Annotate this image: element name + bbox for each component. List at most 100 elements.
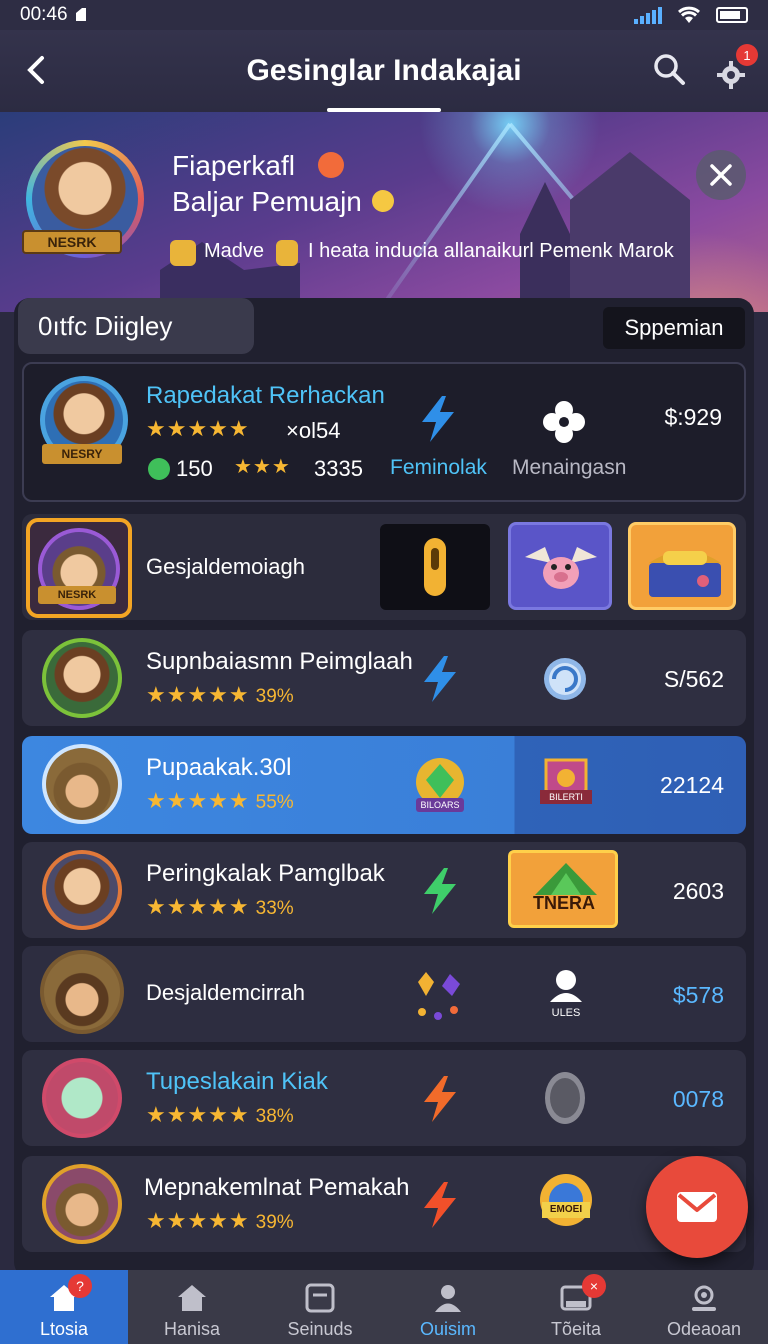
leaderboard-row[interactable]: Desjaldemcirrah ULES $578 [22, 946, 746, 1042]
key-icon [424, 538, 446, 596]
filter-button[interactable]: Sppemian [603, 307, 745, 349]
nav-label: Tõeita [550, 1319, 602, 1339]
leaderboard-row[interactable]: Supnbaiasmn Peimglaah ★★★★★ 39% S/562 [22, 630, 746, 726]
nav-item-odeaoan[interactable]: Odeaoan [640, 1270, 768, 1344]
sun-badge-label: EMOEI [542, 1202, 590, 1218]
leaderboard-row[interactable]: Mepnakemlnat Pemakah ★★★★★ 39% EMOEI [22, 1156, 746, 1252]
player-avatar [42, 638, 122, 718]
row-percent: 38% [255, 1106, 294, 1127]
section-tab[interactable]: 0ıtfc Diigley [18, 298, 254, 354]
lightning-icon [424, 656, 456, 702]
leaderboard-row-selected[interactable]: Pupaakak.30l ★★★★★ 55% BILOARS BILERTI 22… [22, 736, 746, 834]
emerald-badge: BILOARS [412, 756, 468, 814]
avatar-banner: NESRK [38, 586, 116, 604]
rating-stars: ★★★★★ 39% [146, 682, 294, 707]
row-value: S/562 [663, 666, 724, 692]
coin-medal-icon [545, 1072, 585, 1124]
row-name: Peringkalak Pamglbak [146, 860, 385, 887]
row-name: Desjaldemcirrah [146, 980, 305, 1005]
treasure-chest-item-slot[interactable] [628, 522, 736, 610]
castle-building [570, 152, 690, 312]
page-title: Gesinglar Indakajai [246, 54, 522, 87]
lightning-icon [424, 1182, 456, 1228]
nav-label: Hanisa [163, 1319, 221, 1339]
gems-icon [418, 972, 460, 1020]
nav-item-home[interactable]: ? Ltosia [0, 1270, 128, 1344]
nav-label: Odeaoan [666, 1319, 742, 1339]
gift-avatar-frame: NESRK [26, 518, 132, 618]
gem-icon [148, 458, 170, 480]
row-name: Mepnakemlnat Pemakah [144, 1174, 410, 1201]
row-name: Pupaakak.30l [146, 754, 292, 781]
wifi-icon [678, 6, 700, 23]
nav-item-ouisim[interactable]: Ouisim [384, 1270, 512, 1344]
rating-stars: ★★★★★ [146, 416, 250, 441]
rating-stars: ★★★★★ 39% [146, 1208, 294, 1233]
row-name: Tupeslakain Kiak [146, 1068, 328, 1095]
player-avatar [42, 1164, 122, 1244]
house-icon [178, 1285, 206, 1311]
search-button[interactable] [652, 52, 686, 86]
gift-row-label: Gesjaldemoiagh [146, 554, 305, 579]
featured-link[interactable]: Feminolak [390, 456, 487, 480]
hero-status: Madve [204, 240, 265, 262]
hero-subtitle: Baljar Pemuajn [172, 186, 362, 217]
mail-icon [677, 1192, 717, 1222]
row-value: $578 [672, 982, 724, 1008]
shield-badge: BILERTI [538, 756, 594, 816]
row-value: 22124 [660, 772, 724, 798]
row-percent: 39% [255, 1212, 294, 1233]
emerald-badge-label: BILOARS [420, 800, 460, 810]
search-icon [654, 54, 685, 85]
player-avatar [42, 744, 122, 824]
notification-icon [75, 8, 86, 21]
featured-score: 3335 [314, 456, 363, 481]
flower-icon [543, 401, 585, 443]
settings-badge: 1 [736, 44, 758, 66]
row-value: 2603 [672, 878, 724, 904]
rating-stars: ★★★★★ 33% [146, 894, 294, 919]
lightning-icon [424, 868, 456, 914]
banner-item[interactable]: TNERA [508, 850, 618, 928]
avatar-face [46, 854, 118, 926]
avatar-face [44, 954, 120, 1030]
close-button[interactable] [696, 150, 746, 200]
section-tab-label: 0ıtfc Diigley [38, 310, 173, 341]
smile-emoji-icon [372, 190, 394, 212]
bottom-nav: ? Ltosia Hanisa Seinuds Ouisim × Tõeita … [0, 1270, 768, 1344]
mail-fab-button[interactable] [646, 1156, 748, 1258]
user-badge: ULES [544, 968, 588, 1019]
document-icon [305, 1283, 335, 1313]
featured-player-card[interactable]: NESRY Rapedakat Rerhackan ★★★★★ ×ol54 15… [22, 362, 746, 502]
profile-icon [435, 1285, 461, 1312]
spiral-icon [544, 658, 586, 700]
featured-value: $:929 [664, 404, 722, 430]
player-avatar [40, 950, 124, 1034]
nav-item-hanisa[interactable]: Hanisa [128, 1270, 256, 1344]
nav-label: Ouisim [419, 1319, 476, 1339]
nav-item-seinuds[interactable]: Seinuds [256, 1270, 384, 1344]
settings-button[interactable]: 1 [714, 44, 758, 90]
row-percent: 33% [255, 898, 294, 919]
location-icon [692, 1285, 716, 1311]
avatar-face [46, 1062, 118, 1134]
avatar-banner: NESRY [42, 444, 122, 464]
avatar-face [46, 642, 118, 714]
winged-pig-item-slot[interactable] [508, 522, 612, 610]
nav-badge: ? [68, 1274, 92, 1298]
leaderboard-row[interactable]: Tupeslakain Kiak ★★★★★ 38% 0078 [22, 1050, 746, 1146]
lightning-icon [422, 396, 454, 442]
leaderboard-row[interactable]: Peringkalak Pamglbak ★★★★★ 33% TNERA 2603 [22, 842, 746, 938]
status-time: 00:46 [20, 4, 68, 25]
player-avatar [42, 850, 122, 930]
key-item-slot[interactable] [380, 524, 490, 610]
featured-multiplier: ×ol54 [286, 418, 341, 443]
lock-icon [276, 240, 298, 266]
nav-label: Ltosia [39, 1319, 89, 1339]
gift-row[interactable]: NESRK Gesjaldemoiagh [22, 514, 746, 620]
nav-item-toeita[interactable]: × Tõeita [512, 1270, 640, 1344]
back-button[interactable] [22, 50, 52, 90]
treasure-chest-icon [649, 551, 721, 597]
rating-stars: ★★★★★ 38% [146, 1102, 294, 1127]
status-bar: 00:46 [0, 0, 768, 30]
